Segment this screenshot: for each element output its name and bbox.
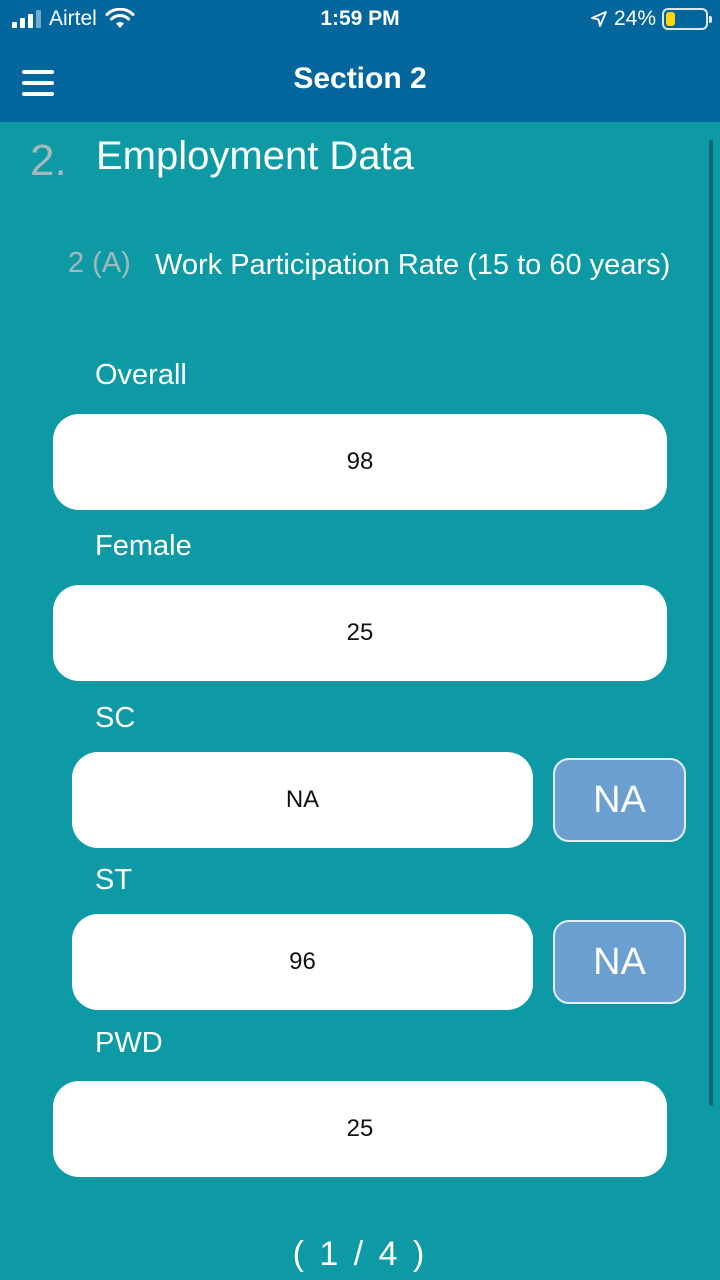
female-label: Female (95, 530, 192, 562)
section-number: 2. (30, 136, 67, 185)
sc-na-button[interactable]: NA (553, 758, 686, 842)
nav-bar: Section 2 (0, 40, 720, 122)
status-right: 24% (590, 7, 712, 31)
battery-percent: 24% (613, 7, 656, 30)
st-label: ST (95, 864, 133, 896)
st-na-button[interactable]: NA (553, 920, 686, 1004)
status-bar: Airtel 1:59 PM 24% (0, 0, 720, 40)
female-input[interactable]: 25 (53, 585, 667, 681)
overall-label: Overall (95, 359, 187, 391)
page-title: Section 2 (293, 62, 427, 95)
sc-label: SC (95, 702, 136, 734)
app-header: Airtel 1:59 PM 24% Section 2 (0, 0, 720, 122)
battery-icon (662, 8, 712, 30)
section-title: Employment Data (96, 134, 414, 178)
st-input[interactable]: 96 (72, 914, 533, 1010)
question-text: Work Participation Rate (15 to 60 years) (155, 249, 671, 281)
pwd-input[interactable]: 25 (53, 1081, 667, 1177)
scrollbar[interactable] (709, 140, 713, 1106)
pwd-label: PWD (95, 1027, 163, 1059)
question-number: 2 (A) (68, 247, 131, 279)
overall-input[interactable]: 98 (53, 414, 667, 510)
battery-level-fill (666, 12, 675, 26)
page-indicator: ( 1 / 4 ) (292, 1235, 428, 1273)
sc-input[interactable]: NA (72, 752, 533, 848)
location-arrow-icon (591, 11, 607, 27)
